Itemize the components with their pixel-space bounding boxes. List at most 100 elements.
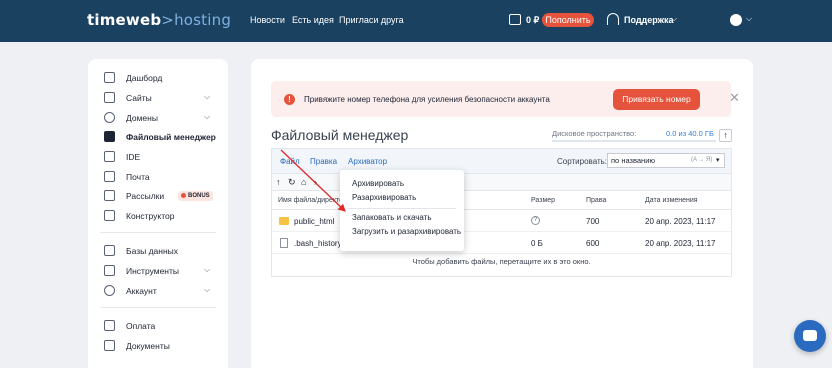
sort-label: Сортировать: [557,157,608,166]
sidebar-divider [100,307,216,308]
main-panel: ! Привяжите номер телефона для усиления … [251,59,753,368]
wallet-icon [509,14,521,25]
sort-hint: (A → Я) [691,157,713,163]
monitor-icon [104,92,115,103]
disk-label: Дисковое пространство: [552,129,637,138]
menu-item-archive[interactable]: Архивировать [352,179,404,188]
database-icon [104,245,115,256]
question-icon[interactable]: ? [531,216,540,225]
file-icon [280,238,288,248]
support-menu[interactable]: Поддержка [624,15,674,25]
sliders-icon [104,265,115,276]
file-date: 20 апр. 2023, 11:17 [645,217,716,226]
dashboard-icon [104,72,115,83]
headset-icon [607,13,619,25]
sidebar-item-label: Почта [126,172,150,182]
sidebar-item-newsletters[interactable]: Рассылки BONUS [88,187,228,205]
menu-edit[interactable]: Правка [310,157,337,166]
file-perms: 700 [586,217,600,226]
page-title: Файловый менеджер [271,127,409,143]
column-header[interactable]: Размер [531,197,555,204]
sidebar-item-dashboard[interactable]: Дашборд [88,69,228,87]
sidebar-item-file-manager[interactable]: Файловый менеджер [88,128,228,146]
chat-button[interactable] [794,320,826,352]
balance: 0 ₽ [526,15,540,25]
file-perms: 600 [586,239,600,248]
menu-archiver[interactable]: Архиватор [348,157,387,166]
nav-news[interactable]: Новости [250,15,285,25]
menu-item-unarchive[interactable]: Разархивировать [352,193,416,202]
sidebar-item-constructor[interactable]: Конструктор [88,207,228,225]
chevron-down-icon[interactable]: ⌵ [671,14,677,24]
mail-icon [104,171,115,182]
sidebar-item-label: Документы [126,341,170,351]
up-arrow-icon[interactable]: ↑ [719,129,732,142]
chevron-down-icon: ⌵ [204,112,211,121]
user-avatar-icon[interactable] [730,14,742,26]
logo[interactable]: timeweb>hosting [87,11,231,29]
sidebar-item-sites[interactable]: Сайты ⌵ [88,89,228,107]
up-arrow-icon[interactable]: ↑ [276,177,281,187]
sidebar-item-label: Инструменты [126,266,180,276]
chevron-right-icon: › [314,177,317,187]
sidebar-item-label: Сайты [126,93,152,103]
sidebar-divider [100,232,216,233]
home-icon[interactable]: ⌂ [301,177,306,187]
sidebar-item-mail[interactable]: Почта [88,168,228,186]
sidebar-item-databases[interactable]: Базы данных [88,242,228,260]
sidebar-item-documents[interactable]: Документы [88,337,228,355]
file-date: 20 апр. 2023, 11:17 [645,239,716,248]
sidebar-item-account[interactable]: Аккаунт ⌵ [88,282,228,300]
sort-select[interactable]: по названию (A → Я) ▾ [607,153,725,168]
chevron-down-icon: ⌵ [204,92,211,101]
sidebar-item-label: Домены [126,113,158,123]
sidebar-item-label: Конструктор [126,211,175,221]
alert-icon: ! [284,94,295,105]
logo-brand: timeweb [87,11,162,29]
builder-icon [104,210,115,221]
close-icon[interactable]: ✕ [729,90,740,106]
menu-file[interactable]: Файл [280,157,300,166]
disk-usage-bar [552,140,716,142]
bind-phone-button[interactable]: Привязать номер [613,89,700,110]
phone-alert: ! Привяжите номер телефона для усиления … [271,81,740,117]
chevron-down-icon[interactable]: ⌵ [746,14,752,24]
column-header[interactable]: Права [586,197,606,204]
disk-value: 0.0 из 40.0 ГБ [666,129,714,138]
drop-hint: Чтобы добавить файлы, перетащите их в эт… [412,257,591,266]
sidebar-item-tools[interactable]: Инструменты ⌵ [88,262,228,280]
sidebar-item-label: Базы данных [126,246,179,256]
chevron-down-icon: ⌵ [204,265,211,274]
menu-item-upload-unarchive[interactable]: Загрузить и разархивировать [352,227,461,236]
folder-icon [104,131,115,142]
nav-invite-friend[interactable]: Пригласи друга [339,15,404,25]
column-header[interactable]: Дата изменения [645,197,698,204]
refresh-icon[interactable]: ↻ [288,177,296,188]
bonus-dot-icon [181,192,186,198]
top-bar: timeweb>hosting Новости Есть идея Пригла… [0,0,832,42]
file-size: 0 Б [531,239,543,248]
document-icon [104,340,115,351]
send-icon [104,190,115,201]
bonus-label: BONUS [188,193,210,199]
sidebar-item-label: Оплата [126,321,156,331]
menu-item-pack-download[interactable]: Запаковать и скачать [352,213,432,222]
sidebar-item-ide[interactable]: IDE [88,148,228,166]
chevron-down-icon: ⌵ [204,285,211,294]
sidebar-item-domains[interactable]: Домены ⌵ [88,109,228,127]
globe-icon [104,112,115,123]
sidebar: Дашборд Сайты ⌵ Домены ⌵ Файловый менедж… [88,59,228,368]
card-icon [104,320,115,331]
sidebar-item-label: Аккаунт [126,286,157,296]
chevron-down-icon: ▾ [716,157,720,164]
bonus-badge: BONUS [178,191,213,201]
file-name: .bash_history [294,239,342,248]
alert-text: Привяжите номер телефона для усиления бе… [304,95,550,104]
folder-icon [279,217,289,225]
sidebar-item-label: Дашборд [126,73,163,83]
topup-button[interactable]: Пополнить [542,13,594,27]
nav-idea[interactable]: Есть идея [292,15,334,25]
sidebar-item-payment[interactable]: Оплата [88,317,228,335]
sidebar-item-label: IDE [126,152,141,162]
menu-divider [348,208,456,209]
